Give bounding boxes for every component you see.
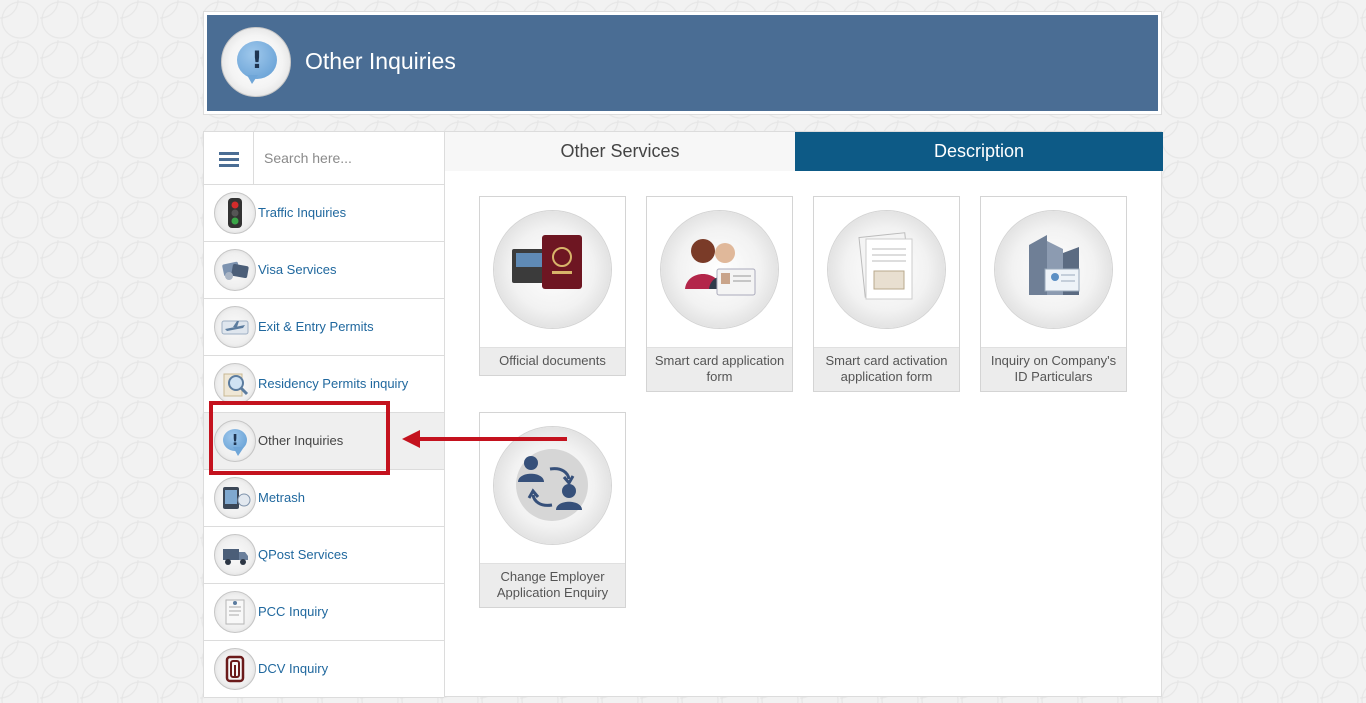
smart-card-icon (661, 211, 778, 328)
sidebar-item-label: DCV Inquiry (258, 661, 329, 676)
page-header-box: ! Other Inquiries (203, 11, 1162, 115)
sidebar-item-metrash[interactable]: Metrash (204, 470, 444, 527)
service-card-label: Change Employer Application Enquiry (480, 564, 625, 607)
visa-icon (214, 249, 256, 291)
main-panel: Traffic Inquiries Visa Services Exit (203, 131, 1163, 698)
passport-icon (494, 211, 611, 328)
traffic-light-icon (214, 192, 256, 234)
sidebar-item-traffic-inquiries[interactable]: Traffic Inquiries (204, 185, 444, 242)
sidebar-item-pcc-inquiry[interactable]: PCC Inquiry (204, 584, 444, 641)
service-card-smart-card-application-form[interactable]: Smart card application form (646, 196, 793, 392)
tab-description[interactable]: Description (795, 132, 1163, 171)
sidebar-item-qpost-services[interactable]: QPost Services (204, 527, 444, 584)
tab-other-services[interactable]: Other Services (445, 132, 795, 171)
sidebar-item-label: Other Inquiries (258, 433, 344, 448)
service-card-label: Smart card application form (647, 348, 792, 391)
service-card-official-documents[interactable]: Official documents (479, 196, 626, 376)
sidebar-item-label: Traffic Inquiries (258, 205, 347, 220)
company-building-icon (995, 211, 1112, 328)
page-header: ! Other Inquiries (207, 15, 1158, 111)
sidebar-item-exit-entry-permits[interactable]: Exit & Entry Permits (204, 299, 444, 356)
service-card-label: Smart card activation application form (814, 348, 959, 391)
metrash-icon (214, 477, 256, 519)
sidebar-item-residency-permits-inquiry[interactable]: Residency Permits inquiry (204, 356, 444, 413)
sidebar-item-label: QPost Services (258, 547, 348, 562)
search-bar (204, 132, 444, 185)
service-card-label: Official documents (480, 348, 625, 375)
sidebar-item-label: Visa Services (258, 262, 337, 277)
sidebar-item-visa-services[interactable]: Visa Services (204, 242, 444, 299)
service-card-company-id-particulars[interactable]: Inquiry on Company's ID Particulars (980, 196, 1127, 392)
certificate-icon (214, 591, 256, 633)
hamburger-menu-icon[interactable] (204, 132, 254, 184)
annotation-arrow-icon (402, 430, 567, 448)
document-icon (828, 211, 945, 328)
service-card-label: Inquiry on Company's ID Particulars (981, 348, 1126, 391)
dcv-logo-icon (214, 648, 256, 690)
sidebar-item-label: Residency Permits inquiry (258, 376, 409, 391)
sidebar-item-dcv-inquiry[interactable]: DCV Inquiry (204, 641, 444, 698)
search-input[interactable] (254, 132, 442, 184)
airplane-icon (214, 306, 256, 348)
exclamation-bubble-icon: ! (214, 420, 256, 462)
sidebar: Traffic Inquiries Visa Services Exit (204, 132, 445, 698)
delivery-truck-icon (214, 534, 256, 576)
exclamation-bubble-icon: ! (221, 27, 291, 97)
service-card-smart-card-activation-form[interactable]: Smart card activation application form (813, 196, 960, 392)
sidebar-item-label: PCC Inquiry (258, 604, 329, 619)
sidebar-item-label: Metrash (258, 490, 305, 505)
page-title: Other Inquiries (305, 48, 456, 74)
tab-bar: Other Services Description (445, 132, 1163, 171)
sidebar-item-label: Exit & Entry Permits (258, 319, 374, 334)
magnifier-icon (214, 363, 256, 405)
